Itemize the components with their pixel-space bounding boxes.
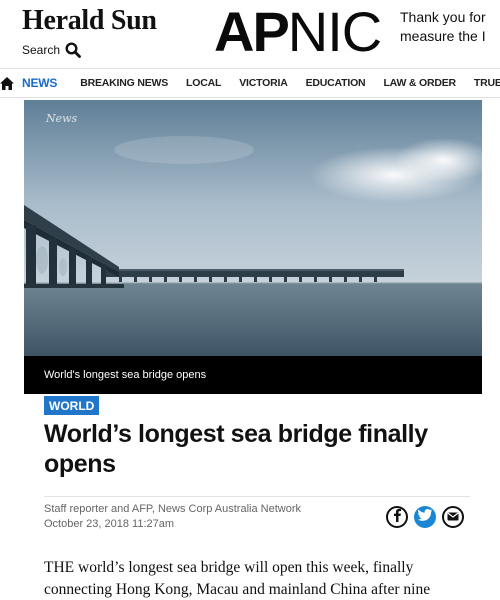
site-logo[interactable]: Herald Sun bbox=[22, 5, 157, 37]
nav-item-law-order[interactable]: LAW & ORDER bbox=[374, 77, 464, 89]
nav-item-education[interactable]: EDUCATION bbox=[297, 77, 375, 89]
home-icon[interactable] bbox=[0, 69, 14, 97]
nav-item-local[interactable]: LOCAL bbox=[177, 77, 230, 89]
twitter-icon bbox=[418, 508, 432, 526]
nav-item-true-crime[interactable]: TRUE C bbox=[465, 77, 500, 89]
site-header: Herald Sun Search AP NIC Thank you for me… bbox=[0, 0, 500, 68]
ad-text-line-1: Thank you for bbox=[400, 9, 486, 25]
byline-divider bbox=[44, 496, 470, 497]
ad-banner-logo[interactable]: AP NIC bbox=[214, 0, 382, 63]
ad-text-line-2: measure the I bbox=[400, 28, 486, 44]
nav-item-breaking-news[interactable]: BREAKING NEWS bbox=[71, 77, 177, 89]
facebook-share-button[interactable] bbox=[386, 506, 408, 528]
nav-item-news[interactable]: NEWS bbox=[14, 76, 71, 90]
twitter-share-button[interactable] bbox=[414, 506, 436, 528]
hero-caption: World's longest sea bridge opens bbox=[24, 356, 482, 394]
main-nav: NEWS BREAKING NEWS LOCAL VICTORIA EDUCAT… bbox=[0, 68, 500, 98]
news-watermark: News bbox=[46, 112, 78, 125]
ad-banner-text[interactable]: Thank you for measure the I bbox=[400, 8, 500, 46]
hero-image[interactable]: News bbox=[24, 100, 482, 356]
nav-item-victoria[interactable]: VICTORIA bbox=[230, 77, 296, 89]
search-icon bbox=[65, 42, 81, 58]
article-body: THE world’s longest sea bridge will open… bbox=[44, 559, 431, 598]
email-share-button[interactable] bbox=[442, 506, 464, 528]
bridge-photo bbox=[24, 100, 482, 356]
article-headline: World’s longest sea bridge finally opens bbox=[44, 420, 428, 478]
ad-brand-light: NIC bbox=[287, 0, 382, 63]
email-icon bbox=[447, 508, 459, 526]
category-badge[interactable]: WORLD bbox=[44, 396, 100, 415]
article-date: October 23, 2018 11:27am bbox=[44, 518, 175, 530]
search-button[interactable]: Search bbox=[22, 40, 81, 60]
facebook-icon bbox=[392, 508, 402, 527]
article-byline: Staff reporter and AFP, News Corp Austra… bbox=[44, 503, 301, 515]
search-label: Search bbox=[22, 43, 61, 57]
ad-brand-bold: AP bbox=[214, 0, 290, 63]
